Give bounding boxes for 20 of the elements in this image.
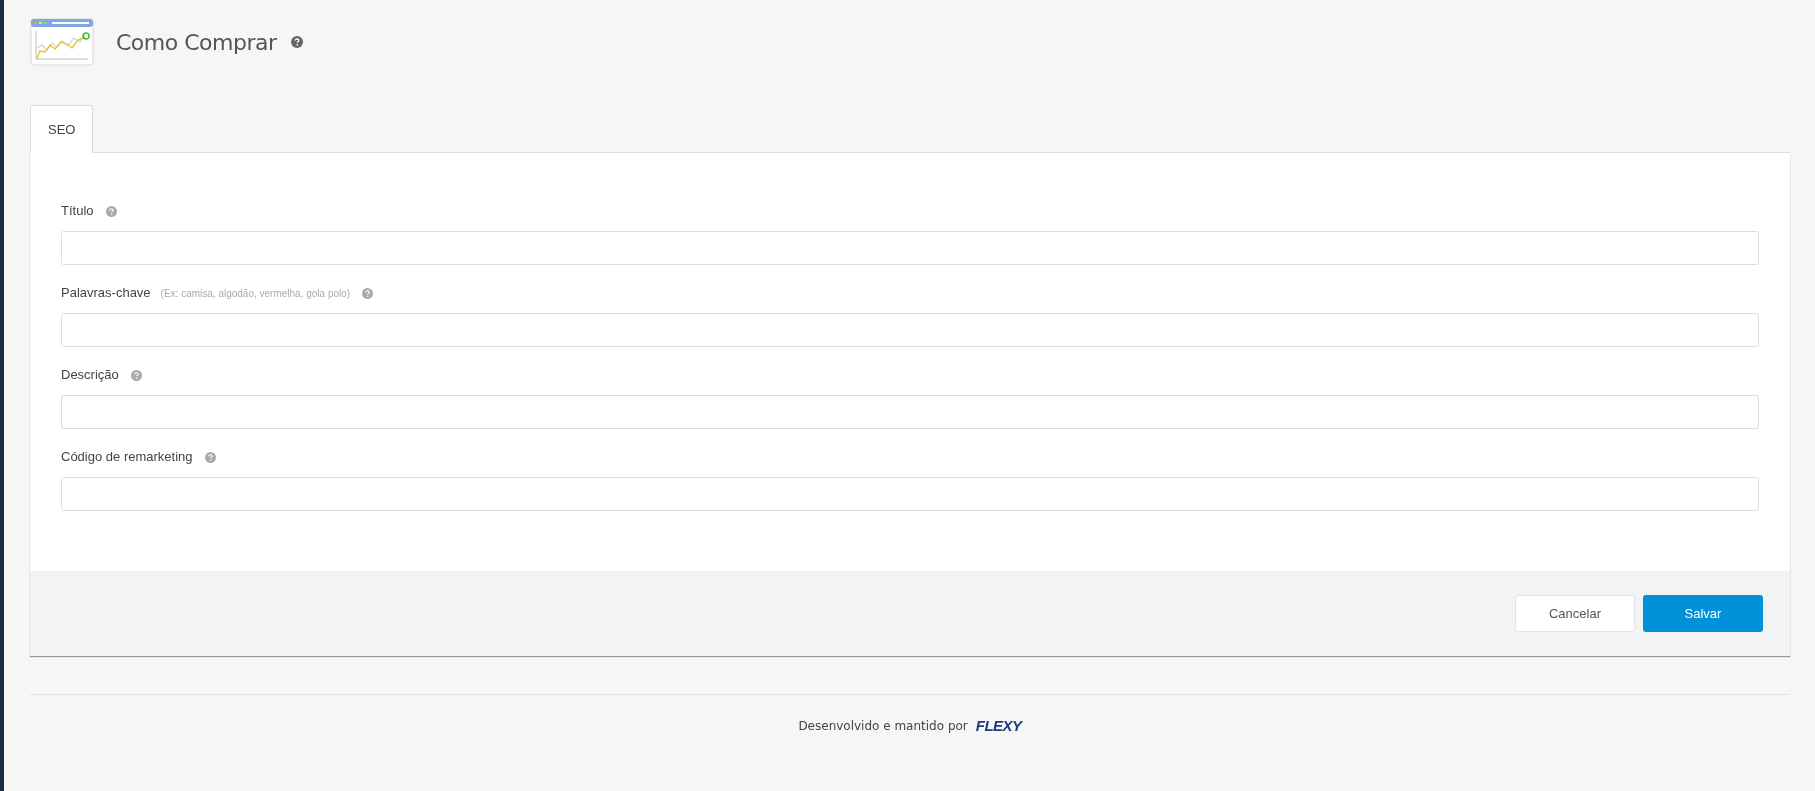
field-label: Palavras-chave	[61, 284, 151, 303]
help-icon[interactable]	[362, 287, 374, 299]
input-field[interactable]	[61, 231, 1759, 265]
field-hint: (Ex: camisa, algodão, vermelha, gola polo)	[160, 286, 351, 301]
logo[interactable]: FLEXY	[975, 715, 1022, 738]
input-field[interactable]	[61, 477, 1759, 511]
field-label: Descrição	[61, 366, 119, 385]
help-icon[interactable]	[130, 369, 142, 381]
page-title: Como Comprar	[116, 28, 277, 57]
input-field[interactable]	[61, 395, 1759, 429]
field-label: Código de remarketing	[61, 448, 193, 467]
help-icon[interactable]	[290, 36, 303, 48]
footer-text: Desenvolvido e mantido por	[798, 718, 968, 736]
chart-window-icon	[30, 18, 94, 66]
input-field[interactable]	[61, 313, 1759, 347]
help-icon[interactable]	[105, 205, 117, 217]
help-icon[interactable]	[204, 451, 216, 463]
field-label: Título	[61, 202, 94, 221]
tab[interactable]: SEO	[30, 105, 94, 153]
cancel-button[interactable]: Cancelar	[1515, 595, 1635, 632]
